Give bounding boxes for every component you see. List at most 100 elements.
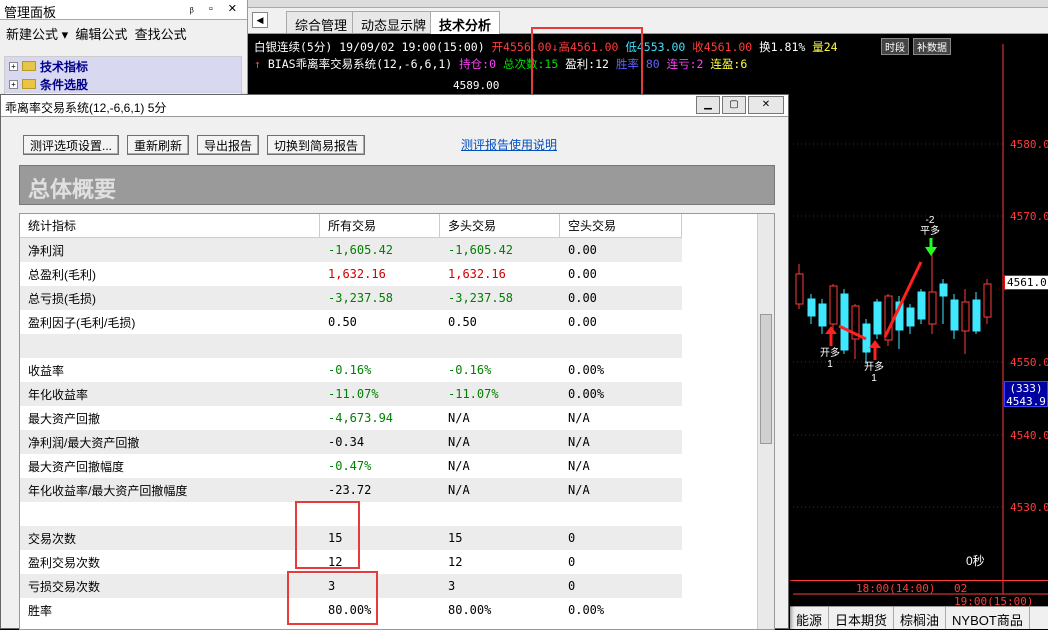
find-formula-button[interactable]: 查找公式 <box>135 27 187 42</box>
buy-arrow-icon <box>869 340 881 360</box>
candle-body <box>928 291 937 325</box>
dialog-toolbar: 测评选项设置... 重新刷新 导出报告 切换到简易报告 <box>23 135 366 155</box>
table-row[interactable]: 总盈利(毛利) 1,632.16 1,632.16 0.00 <box>20 262 682 286</box>
table-row[interactable]: 交易次数 15 15 0 <box>20 526 682 550</box>
metric-value: N/A <box>568 459 590 473</box>
metric-value: N/A <box>448 435 470 449</box>
expand-icon[interactable]: + <box>9 79 18 89</box>
table-row[interactable]: 收益率 -0.16% -0.16% 0.00% <box>20 358 682 382</box>
column-header[interactable]: 所有交易 <box>320 214 440 237</box>
tree-item-label: 条件选股 <box>40 77 89 92</box>
signal-sub: 1 <box>827 359 833 370</box>
tab-palm-oil[interactable]: 棕榈油 <box>894 607 947 629</box>
edit-formula-button[interactable]: 编辑公式 <box>75 27 127 42</box>
tab-technical-analysis[interactable]: 技术分析 <box>430 11 501 35</box>
sell-arrow-icon <box>925 238 937 256</box>
table-row[interactable]: 总亏损(毛损) -3,237.58 -3,237.58 0.00 <box>20 286 682 310</box>
metric-label: 总盈利(毛利) <box>28 267 96 282</box>
test-options-button[interactable]: 测评选项设置... <box>23 135 120 155</box>
folder-icon <box>22 61 36 71</box>
metric-value: -23.72 <box>328 483 372 497</box>
tab-japan-futures[interactable]: 日本期货 <box>829 607 895 629</box>
table-row[interactable]: 最大资产回撤幅度 -0.47% N/A N/A <box>20 454 682 478</box>
table-row[interactable]: 胜率 80.00% 80.00% 0.00% <box>20 598 682 622</box>
scrollbar-thumb[interactable] <box>760 314 772 444</box>
metric-value <box>440 334 560 358</box>
metric-value: 1,632.16 <box>328 267 386 281</box>
metric-value: -1,605.42 <box>328 243 394 257</box>
switch-simple-report-button[interactable]: 切换到简易报告 <box>267 135 366 155</box>
column-header[interactable]: 空头交易 <box>560 214 682 237</box>
metric-value: 15 <box>448 531 463 545</box>
tree-item-stock-filter[interactable]: + 条件选股 <box>5 75 241 93</box>
maximize-icon[interactable]: ▢ <box>722 96 746 114</box>
metric-value <box>560 334 682 358</box>
metric-value: 12 <box>448 555 463 569</box>
metric-value: 0.50 <box>448 315 477 329</box>
buy-arrow-icon <box>825 326 837 346</box>
column-header[interactable]: 统计指标 <box>20 214 320 237</box>
metric-value: -3,237.58 <box>328 291 394 305</box>
metric-label: 盈利因子(毛利/毛损) <box>28 315 136 330</box>
time-label: 18:00(14:00) <box>856 582 936 595</box>
table-row[interactable]: 净利润 -1,605.42 -1,605.42 0.00 <box>20 238 682 262</box>
table-scrollbar[interactable] <box>757 214 774 629</box>
metric-value: 0 <box>568 579 576 593</box>
signal-text: 开多 <box>864 362 884 373</box>
table-row[interactable] <box>20 334 682 358</box>
management-panel-title-bar: 管理面板 ᵦ ▫ ✕ <box>0 0 247 20</box>
table-row[interactable]: 最大资产回撤 -4,673.94 N/A N/A <box>20 406 682 430</box>
indicator-count: (333) <box>1009 382 1043 395</box>
metric-label: 最大资产回撤幅度 <box>28 459 125 474</box>
formula-tree: + 技术指标 + 条件选股 <box>4 56 242 96</box>
table-row[interactable]: 净利润/最大资产回撤 -0.34 N/A N/A <box>20 430 682 454</box>
management-panel-title: 管理面板 <box>4 5 57 20</box>
metric-value <box>320 502 440 526</box>
metric-label: 胜率 <box>28 603 53 618</box>
tree-item-tech-indicators[interactable]: + 技术指标 <box>5 57 241 75</box>
table-row[interactable]: 年化收益率 -11.07% -11.07% 0.00% <box>20 382 682 406</box>
price-tick: 4530.0 <box>1010 501 1048 514</box>
candle-body <box>873 301 882 335</box>
close-icon[interactable]: ✕ <box>748 96 784 114</box>
metric-value: -0.16% <box>328 363 372 377</box>
table-row[interactable]: 亏损交易次数 3 3 0 <box>20 574 682 598</box>
column-header[interactable]: 多头交易 <box>440 214 560 237</box>
table-row[interactable]: 盈利交易次数 12 12 0 <box>20 550 682 574</box>
refresh-button[interactable]: 重新刷新 <box>127 135 190 155</box>
metric-value: 0 <box>568 555 576 569</box>
minimize-icon[interactable]: ▁ <box>696 96 720 114</box>
tab-scroll-left-icon[interactable]: ◀ <box>252 12 268 28</box>
new-formula-button[interactable]: 新建公式 ▾ <box>6 27 68 42</box>
export-report-button[interactable]: 导出报告 <box>197 135 260 155</box>
metric-label: 年化收益率/最大资产回撤幅度 <box>28 483 188 498</box>
metric-value: N/A <box>448 459 470 473</box>
expand-icon[interactable]: + <box>9 61 18 71</box>
metric-value <box>440 502 560 526</box>
metric-value: 0.50 <box>328 315 357 329</box>
metric-value: -0.47% <box>328 459 372 473</box>
dialog-title: 乖离率交易系统(12,-6,6,1) 5分 <box>5 101 167 115</box>
table-row[interactable]: 年化收益率/最大资产回撤幅度 -23.72 N/A N/A <box>20 478 682 502</box>
price-tick: 4580.0 <box>1010 138 1048 151</box>
metric-value: N/A <box>448 483 470 497</box>
tab-general-management[interactable]: 综合管理 <box>286 11 357 33</box>
panel-window-controls[interactable]: ᵦ ▫ ✕ <box>190 2 243 15</box>
indicator-price: 4543.9 <box>1006 395 1046 408</box>
tab-energy[interactable]: 能源 <box>790 607 830 629</box>
metric-value: -3,237.58 <box>448 291 514 305</box>
candle-body <box>950 299 959 331</box>
candle-body <box>972 299 981 332</box>
indicator-value-box: (333) 4543.9 <box>1004 381 1048 408</box>
metric-value: N/A <box>568 483 590 497</box>
table-row[interactable]: 盈利因子(毛利/毛损) 0.50 0.50 0.00 <box>20 310 682 334</box>
signal-sub: 平多 <box>920 226 940 237</box>
metric-value: 0.00 <box>568 315 597 329</box>
tab-dynamic-board[interactable]: 动态显示牌 <box>352 11 436 33</box>
metric-value: 3 <box>328 579 336 593</box>
time-label: 02 19:00(15:00) <box>954 582 1034 608</box>
table-row[interactable] <box>20 502 682 526</box>
price-tick: 4570.0 <box>1010 210 1048 223</box>
report-help-link[interactable]: 测评报告使用说明 <box>461 136 557 153</box>
tab-nybot[interactable]: NYBOT商品 <box>946 607 1030 629</box>
